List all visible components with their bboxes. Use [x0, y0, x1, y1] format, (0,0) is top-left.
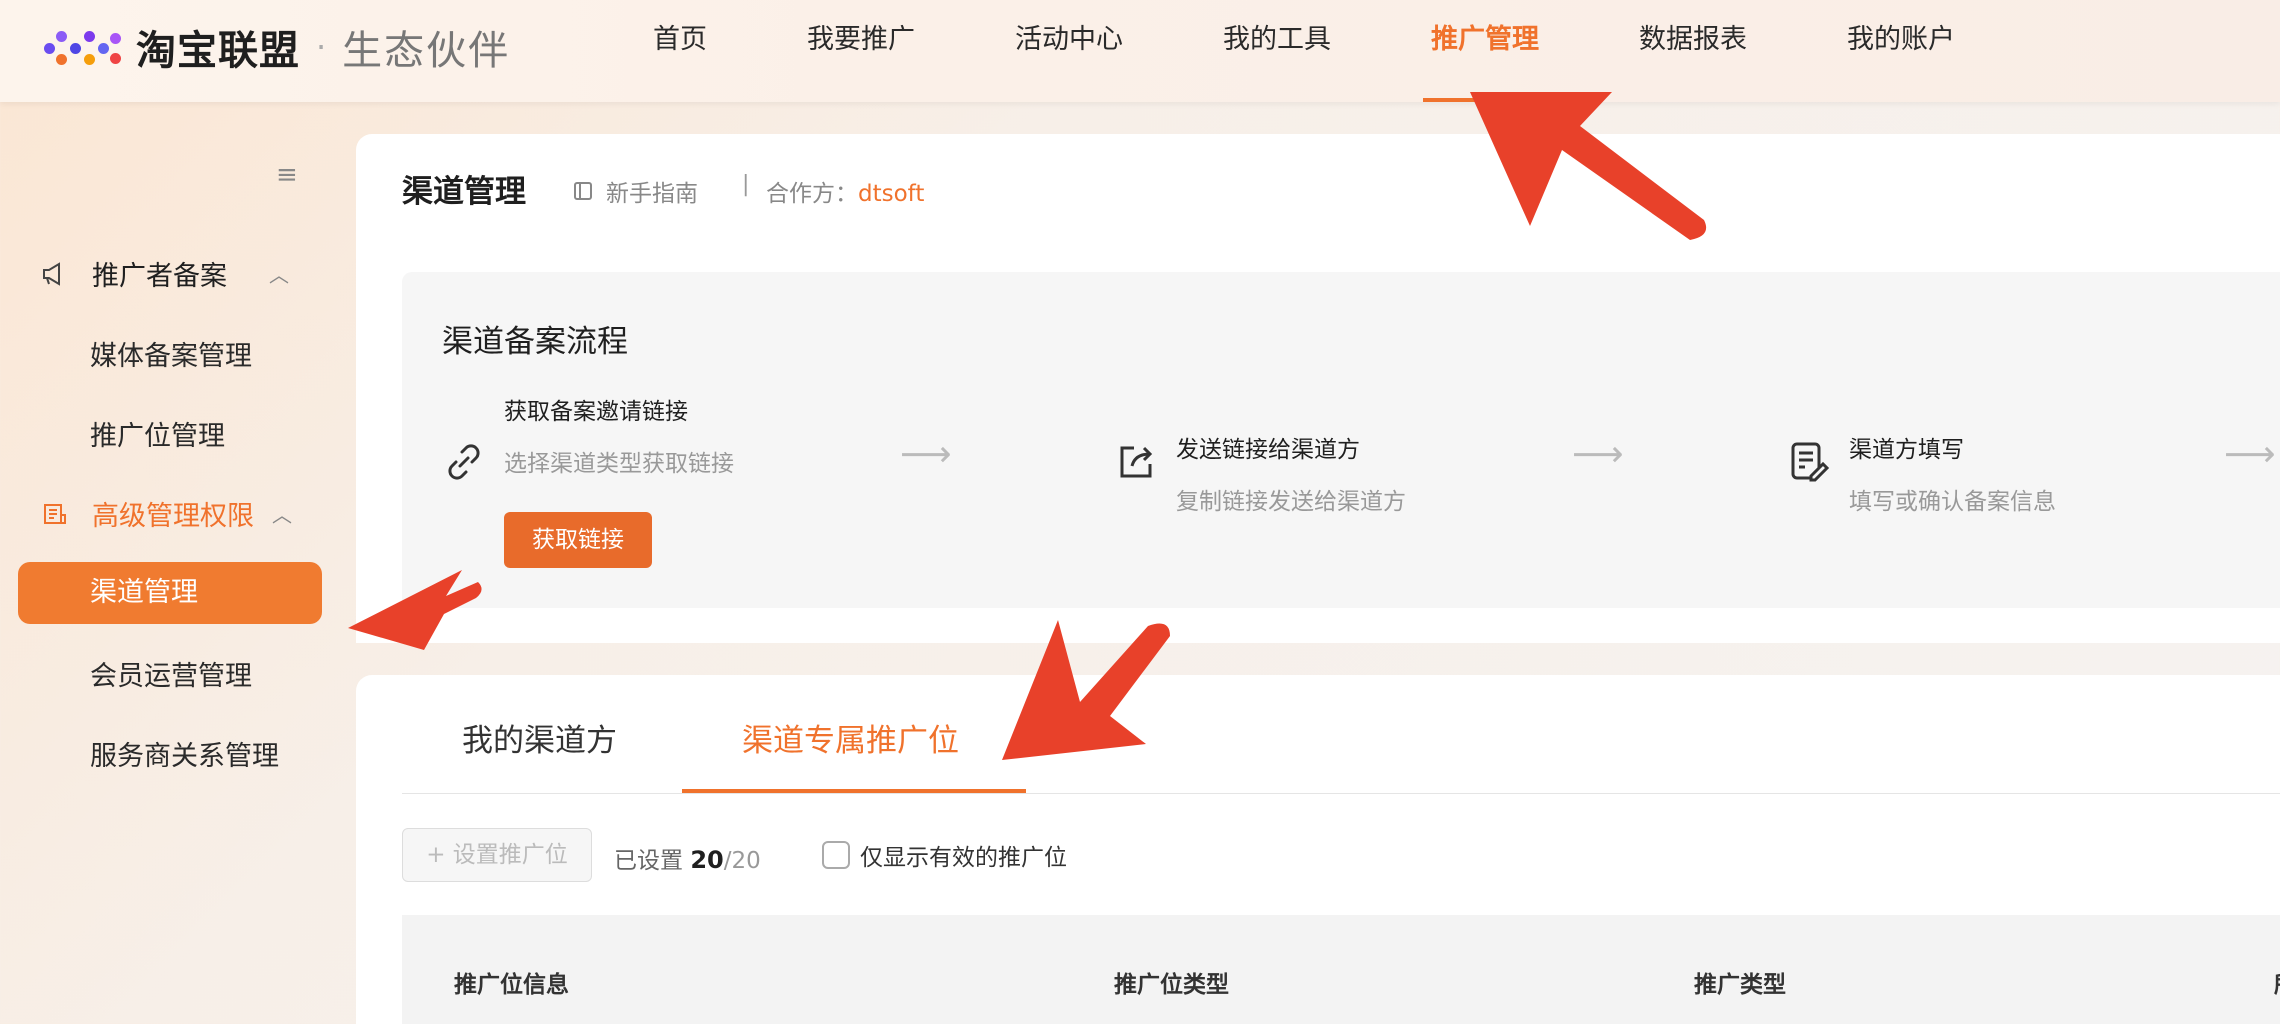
step-title: 发送链接给渠道方: [1176, 437, 1360, 463]
step-title: 渠道方填写: [1849, 437, 1964, 463]
tab-my-channels[interactable]: 我的渠道方: [462, 715, 617, 760]
brand-subtitle: 生态伙伴: [342, 28, 511, 74]
step-description: 填写或确认备案信息: [1849, 489, 2056, 515]
partner-info: 合作方：dtsoft: [766, 174, 924, 208]
sidebar-group-label: 推广者备案: [92, 261, 227, 292]
get-link-button[interactable]: 获取链接: [504, 512, 652, 568]
partner-label: 合作方：: [766, 181, 858, 207]
megaphone-icon: [40, 259, 70, 289]
set-adzone-button[interactable]: + 设置推广位: [402, 828, 592, 882]
guide-link[interactable]: 新手指南: [572, 174, 698, 208]
page-header-card: 渠道管理 新手指南 | 合作方：dtsoft: [356, 134, 2280, 239]
count-value: 20: [690, 846, 724, 874]
sidebar-item-member-operations[interactable]: 会员运营管理: [90, 654, 252, 693]
tab-channel-adzones[interactable]: 渠道专属推广位: [742, 715, 959, 760]
step-arrow-icon: ⟶: [1572, 434, 1624, 475]
adzone-count: 已设置 20/20: [614, 841, 761, 875]
nav-promotion-management[interactable]: 推广管理: [1398, 0, 1572, 102]
brand-name: 淘宝联盟: [136, 28, 300, 74]
logo-dots-icon: [42, 27, 122, 67]
sidebar-item-provider-relations[interactable]: 服务商关系管理: [90, 734, 279, 773]
filing-flow-card: 渠道备案流程 获取备案邀请链接 选择渠道类型获取链接 获取链接 ⟶ 发送链接给渠…: [356, 238, 2280, 643]
step-description: 选择渠道类型获取链接: [504, 451, 734, 477]
page-title: 渠道管理: [402, 174, 526, 210]
sidebar-item-adzone-management[interactable]: 推广位管理: [90, 414, 225, 453]
nav-promote[interactable]: 我要推广: [774, 0, 948, 102]
sidebar-group-label: 高级管理权限: [92, 501, 254, 532]
nav-my-tools[interactable]: 我的工具: [1190, 0, 1364, 102]
share-icon: [1120, 446, 1153, 478]
guide-label: 新手指南: [606, 181, 698, 207]
step-arrow-icon: ⟶: [900, 434, 952, 475]
table-header: 推广位信息 推广位类型 推广类型 所: [402, 915, 2280, 1024]
channel-tabs-card: 我的渠道方 渠道专属推广位 + 设置推广位 已设置 20/20 仅显示有效的推广…: [356, 675, 2280, 1024]
book-icon: [574, 182, 592, 200]
divider: |: [742, 172, 750, 197]
step-title: 获取备案邀请链接: [504, 399, 688, 425]
menu-collapse-icon[interactable]: ≡: [276, 160, 298, 190]
nav-home[interactable]: 首页: [620, 0, 740, 102]
sidebar-item-channel-management[interactable]: 渠道管理: [18, 562, 322, 624]
step-arrow-icon: ⟶: [2224, 434, 2276, 475]
tabs-divider: [402, 793, 2280, 794]
brand-separator: ·: [316, 28, 327, 66]
column-header-truncated: 所: [2274, 965, 2280, 999]
column-header-promotion-type: 推广类型: [1694, 972, 1786, 998]
checkbox-label: 仅显示有效的推广位: [860, 845, 1067, 871]
sidebar: ≡ 推广者备案 ︿ 媒体备案管理 推广位管理 高级管理权限 ︿ 渠道管理 会员运…: [0, 102, 350, 1024]
nav-data-reports[interactable]: 数据报表: [1606, 0, 1780, 102]
sidebar-item-media-filing[interactable]: 媒体备案管理: [90, 334, 252, 373]
building-icon: [40, 499, 70, 529]
active-tab-indicator: [682, 789, 1026, 793]
partner-value: dtsoft: [858, 181, 925, 207]
valid-only-checkbox[interactable]: 仅显示有效的推广位: [822, 838, 1067, 872]
nav-activity-center[interactable]: 活动中心: [982, 0, 1156, 102]
chevron-up-icon: ︿: [272, 503, 292, 527]
link-icon: [448, 444, 480, 480]
sidebar-group-promoter-filing[interactable]: 推广者备案 ︿: [40, 254, 289, 293]
count-label: 已设置: [614, 848, 683, 874]
main-nav: 首页 我要推广 活动中心 我的工具 推广管理 数据报表 我的账户: [620, 0, 2022, 102]
step-description: 复制链接发送给渠道方: [1176, 489, 1406, 515]
count-total: /20: [723, 848, 761, 874]
top-navbar: 淘宝联盟 · 生态伙伴 首页 我要推广 活动中心 我的工具 推广管理 数据报表 …: [0, 0, 2280, 102]
nav-my-account[interactable]: 我的账户: [1814, 0, 1988, 102]
column-header-adzone-info: 推广位信息: [454, 972, 569, 998]
chevron-up-icon: ︿: [269, 263, 289, 287]
flow-panel: 渠道备案流程 获取备案邀请链接 选择渠道类型获取链接 获取链接 ⟶ 发送链接给渠…: [402, 272, 2280, 608]
sidebar-group-advanced-permissions[interactable]: 高级管理权限 ︿: [40, 494, 292, 533]
checkbox-box[interactable]: [822, 841, 850, 869]
flow-title: 渠道备案流程: [442, 324, 628, 360]
form-edit-icon: [1791, 442, 1830, 482]
logo[interactable]: 淘宝联盟 · 生态伙伴: [42, 18, 510, 76]
column-header-adzone-type: 推广位类型: [1114, 972, 1229, 998]
